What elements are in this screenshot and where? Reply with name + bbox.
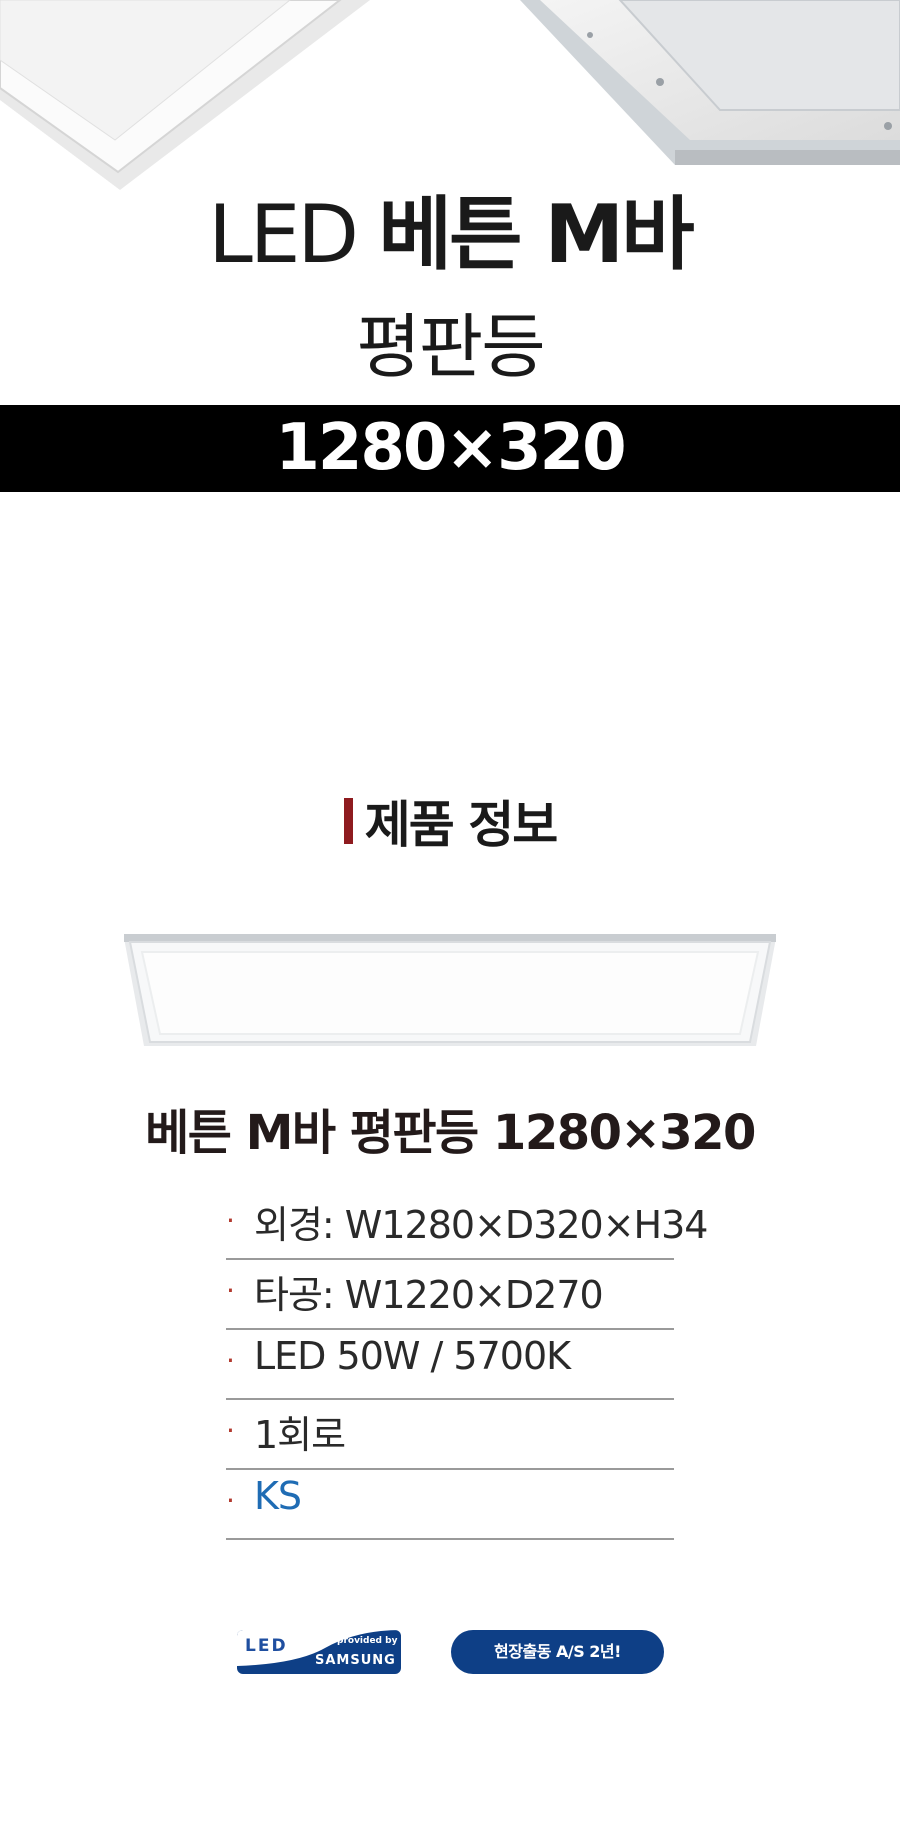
product-name: 베튼 M바 평판등 1280×320 <box>145 1105 756 1161</box>
samsung-led-badge: LED provided by SAMSUNG <box>237 1630 401 1674</box>
spec-power: LED 50W / 5700K <box>254 1334 571 1378</box>
spec-item: · LED 50W / 5700K <box>226 1330 674 1400</box>
spec-list: · 외경: W1280×D320×H34 · 타공: W1220×D270 · … <box>226 1190 708 1540</box>
spec-cutout-size: 타공: W1220×D270 <box>254 1273 604 1317</box>
led-logo: LED <box>245 1636 288 1656</box>
hero-subtitle: 평판등 <box>356 306 545 388</box>
bullet-icon: · <box>226 1204 235 1237</box>
hero-title: LED 베튼 M바 <box>0 195 900 275</box>
spec-circuit: 1회로 <box>254 1413 346 1457</box>
bullet-icon: · <box>226 1274 235 1307</box>
spec-item: · 타공: W1220×D270 <box>226 1260 674 1330</box>
samsung-label: SAMSUNG <box>315 1653 396 1668</box>
hero-title-model: 베튼 M바 <box>378 188 694 281</box>
bullet-icon: · <box>226 1484 235 1517</box>
product-panel-image <box>124 934 776 1046</box>
spec-outer-size: 외경: W1280×D320×H34 <box>254 1203 708 1247</box>
warranty-badge: 현장출동 A/S 2년! <box>451 1630 664 1674</box>
spec-certification: KS <box>254 1474 302 1518</box>
heading-accent-bar <box>343 798 353 844</box>
bullet-icon: · <box>226 1344 235 1377</box>
spec-item: · KS <box>226 1470 674 1540</box>
section-heading-text: 제품 정보 <box>364 796 558 854</box>
spec-item: · 외경: W1280×D320×H34 <box>226 1190 708 1260</box>
spec-item: · 1회로 <box>226 1400 674 1470</box>
section-heading: 제품 정보 <box>0 785 900 857</box>
size-banner: 1280×320 <box>0 405 900 492</box>
hero-title-led: LED <box>208 188 359 281</box>
bullet-icon: · <box>226 1414 235 1447</box>
hero-panel-photo <box>0 0 900 190</box>
provided-by-label: provided by <box>337 1636 398 1646</box>
